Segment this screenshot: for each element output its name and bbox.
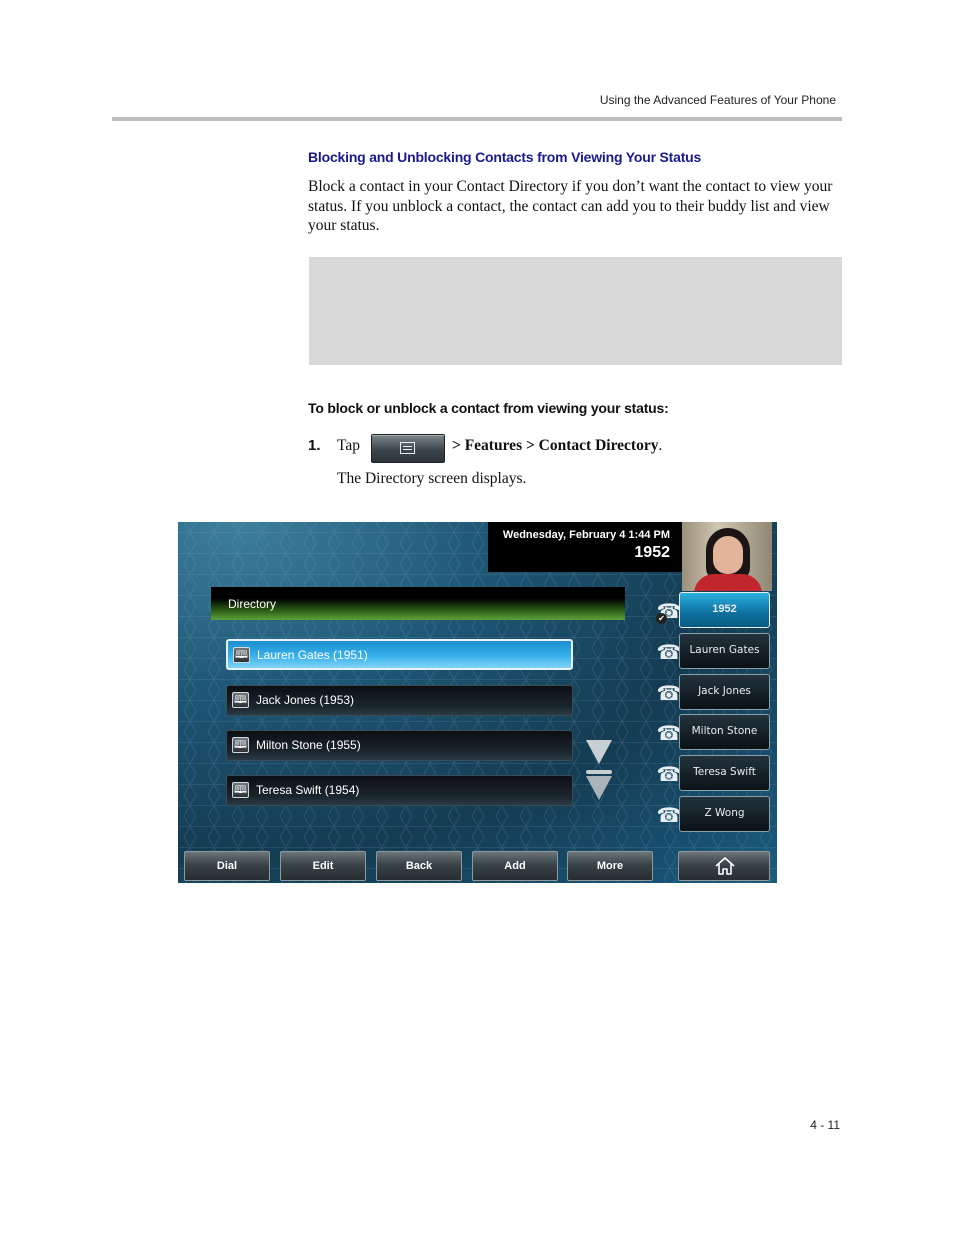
procedure-title: To block or unblock a contact from viewi…	[308, 400, 669, 416]
user-photo	[682, 522, 772, 591]
running-head: Using the Advanced Features of Your Phon…	[599, 93, 836, 107]
softkey-dial[interactable]: Dial	[184, 851, 270, 881]
note-box	[309, 257, 842, 365]
home-button[interactable]	[678, 851, 770, 881]
step-prefix: Tap	[337, 437, 361, 454]
contact-name: Jack Jones (1953)	[256, 693, 355, 707]
scroll-end-bar	[586, 770, 612, 774]
page-number: 4 - 11	[810, 1118, 840, 1132]
contact-item[interactable]: 🕮 Teresa Swift (1954)	[226, 775, 573, 806]
directory-book-icon: 🕮	[232, 782, 249, 798]
step-suffix: .	[658, 437, 663, 454]
menu-button-image	[371, 434, 445, 463]
section-title: Blocking and Unblocking Contacts from Vi…	[308, 149, 702, 165]
header-rule	[112, 117, 842, 121]
scroll-end-arrow	[586, 776, 612, 800]
line-key-z-wong[interactable]: Z Wong	[679, 796, 770, 832]
softkey-add[interactable]: Add	[472, 851, 558, 881]
softkey-back[interactable]: Back	[376, 851, 462, 881]
status-bar: Wednesday, February 4 1:44 PM 1952	[488, 522, 682, 572]
line-key-1952[interactable]: 1952	[679, 592, 770, 628]
contact-item[interactable]: 🕮 Jack Jones (1953)	[226, 685, 573, 716]
directory-title: Directory	[228, 597, 277, 611]
contact-item[interactable]: 🕮 Milton Stone (1955)	[226, 730, 573, 761]
step-number: 1.	[308, 437, 321, 454]
contact-name: Milton Stone (1955)	[256, 738, 361, 752]
line-key-milton-stone[interactable]: Milton Stone	[679, 714, 770, 750]
softkey-edit[interactable]: Edit	[280, 851, 366, 881]
scroll-down-icon[interactable]	[586, 740, 612, 764]
check-icon: ✔	[656, 613, 667, 624]
date-time: Wednesday, February 4 1:44 PM	[502, 529, 670, 541]
softkey-more[interactable]: More	[567, 851, 653, 881]
line-key-lauren-gates[interactable]: Lauren Gates	[679, 633, 770, 669]
step-path: > Features > Contact Directory.	[452, 437, 662, 455]
directory-header: Directory	[211, 587, 625, 620]
phone-directory-screen: Wednesday, February 4 1:44 PM 1952 Direc…	[178, 522, 777, 883]
menu-icon	[400, 442, 415, 454]
directory-book-icon: 🕮	[232, 692, 249, 708]
photo-shirt	[694, 574, 762, 591]
line-number: 1952	[634, 544, 670, 561]
line-key-jack-jones[interactable]: Jack Jones	[679, 674, 770, 710]
body-paragraph: Block a contact in your Contact Director…	[308, 178, 833, 234]
contact-name: Lauren Gates (1951)	[257, 648, 368, 662]
step-result: The Directory screen displays.	[337, 470, 527, 487]
step-path-text: > Features > Contact Directory	[452, 437, 659, 454]
photo-face	[713, 536, 743, 574]
scroll-to-end-icon[interactable]	[586, 770, 612, 802]
contact-name: Teresa Swift (1954)	[256, 783, 360, 797]
directory-book-icon: 🕮	[232, 737, 249, 753]
contact-item[interactable]: 🕮 Lauren Gates (1951)	[226, 639, 573, 670]
line-key-teresa-swift[interactable]: Teresa Swift	[679, 755, 770, 791]
directory-book-icon: 🕮	[233, 647, 250, 663]
home-icon	[715, 857, 735, 875]
